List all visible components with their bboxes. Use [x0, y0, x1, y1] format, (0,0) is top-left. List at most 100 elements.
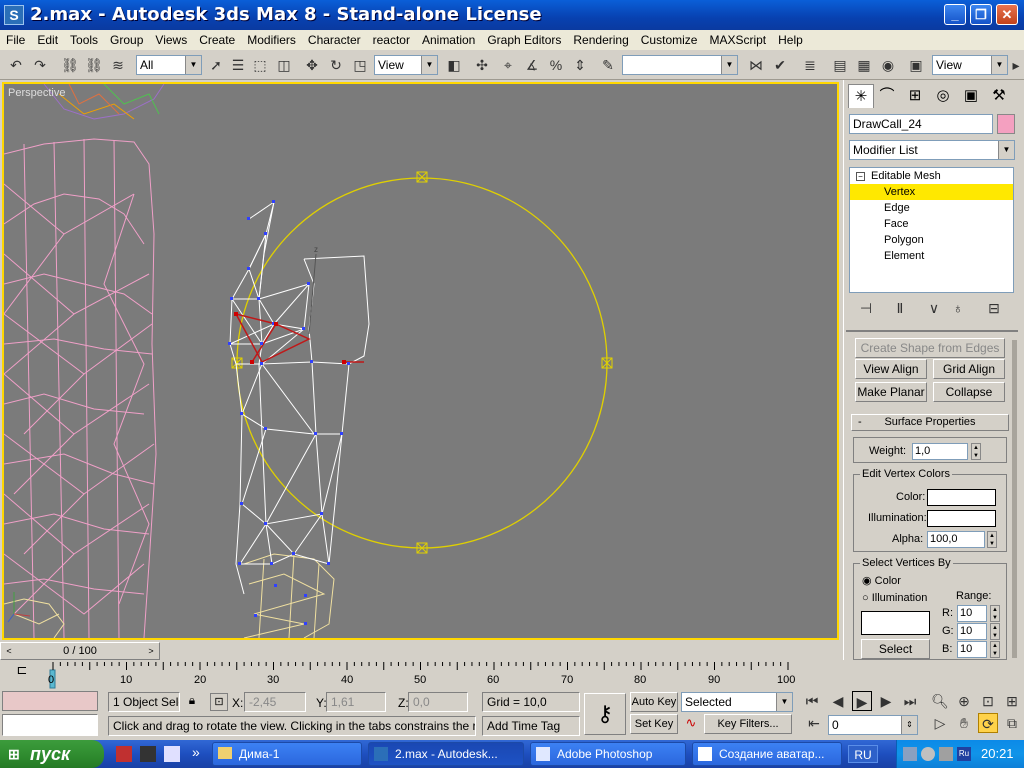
time-slider[interactable]: < 0 / 100 > [0, 642, 160, 660]
add-time-tag[interactable]: Add Time Tag [482, 716, 580, 736]
tray-network-icon[interactable] [903, 747, 917, 761]
time-slider-prev-icon[interactable]: < [1, 643, 17, 659]
goto-start-icon[interactable]: ⏮ [802, 691, 822, 711]
menu-group[interactable]: Group [104, 30, 149, 50]
weight-spinner[interactable]: 1,0 [912, 443, 968, 460]
rect-selection-icon[interactable]: ⬚ [250, 55, 270, 75]
menu-file[interactable]: File [0, 30, 31, 50]
stack-item-vertex[interactable]: Vertex [850, 184, 1013, 200]
layer-manager-icon[interactable]: ≣ [800, 55, 820, 75]
clock[interactable]: 20:21 [981, 746, 1014, 761]
snap-icon[interactable]: ⌖ [498, 55, 518, 75]
quicklaunch-more-icon[interactable]: » [192, 744, 200, 760]
menu-customize[interactable]: Customize [635, 30, 704, 50]
link-icon[interactable]: ⛓ [60, 55, 80, 75]
make-unique-icon[interactable]: ∨ [924, 298, 944, 318]
surface-properties-rollout[interactable]: - Surface Properties [851, 414, 1009, 431]
viewport-label[interactable]: Perspective [8, 87, 65, 99]
utilities-tab-icon[interactable]: ⚒ [986, 84, 1012, 108]
task-dima-1[interactable]: Дима-1 [212, 742, 362, 766]
modifier-list-dropdown[interactable]: Modifier List ▼ [849, 140, 1015, 160]
alpha-spinner-arrows[interactable]: ▲ ▼ [987, 531, 997, 548]
key-filters-button[interactable]: Key Filters... [704, 714, 792, 734]
radio-illumination[interactable]: ○ Illumination [862, 592, 927, 604]
modify-tab-icon[interactable]: ⌒ [874, 84, 900, 108]
motion-tab-icon[interactable]: ◎ [930, 84, 956, 108]
x-coord-field[interactable]: -2,45 [244, 692, 306, 712]
quick-render-icon[interactable]: ▸ [1010, 55, 1022, 75]
remove-modifier-icon[interactable]: ♁ [948, 298, 968, 318]
fov-icon[interactable]: ▷ [930, 713, 950, 733]
named-selection-dropdown[interactable]: ▼ [622, 55, 738, 75]
object-name-field[interactable]: DrawCall_24 [849, 114, 993, 134]
menu-help[interactable]: Help [772, 30, 809, 50]
pivot-center-icon[interactable]: ◧ [444, 55, 464, 75]
align-icon[interactable]: ✔ [770, 55, 790, 75]
timeline-ruler[interactable] [0, 662, 1024, 690]
select-icon[interactable]: ➚ [206, 55, 226, 75]
menu-reactor[interactable]: reactor [367, 30, 416, 50]
select-color-swatch[interactable] [861, 611, 930, 635]
tray-volume-icon[interactable] [921, 747, 935, 761]
transform-mode-icon[interactable]: ⊡ [210, 693, 228, 711]
zoom-all-icon[interactable]: ⊕ [954, 691, 974, 711]
quicklaunch-app-icon[interactable] [116, 746, 132, 762]
time-slider-next-icon[interactable]: > [143, 643, 159, 659]
vertex-color-swatch[interactable] [927, 489, 996, 506]
make-planar-button[interactable]: Make Planar [855, 382, 927, 402]
menu-character[interactable]: Character [302, 30, 367, 50]
start-button[interactable]: ⊞ пуск [0, 740, 104, 768]
pin-stack-icon[interactable]: ⊣ [856, 298, 876, 318]
quicklaunch-media-icon[interactable] [140, 746, 156, 762]
menu-rendering[interactable]: Rendering [567, 30, 634, 50]
display-tab-icon[interactable]: ▣ [958, 84, 984, 108]
range-b-spinner[interactable]: 10 [957, 641, 987, 658]
redo-icon[interactable]: ↷ [30, 55, 50, 75]
selection-filter-dropdown[interactable]: All ▼ [136, 55, 202, 75]
task-3dsmax[interactable]: 2.max - Autodesk... [368, 742, 524, 766]
menu-tools[interactable]: Tools [64, 30, 104, 50]
panel-scrollbar[interactable] [1012, 340, 1017, 658]
y-coord-field[interactable]: 1,61 [326, 692, 386, 712]
unlink-icon[interactable]: ⛓ [84, 55, 104, 75]
range-r-spinner[interactable]: 10 [957, 605, 987, 622]
menu-animation[interactable]: Animation [416, 30, 481, 50]
angle-snap-icon[interactable]: ∡ [522, 55, 542, 75]
material-editor-icon[interactable]: ◉ [878, 55, 898, 75]
modifier-stack[interactable]: − Editable Mesh Vertex Edge Face Polygon … [849, 167, 1014, 293]
stack-item-element[interactable]: Element [850, 248, 1013, 264]
configure-modifier-sets-icon[interactable]: ⊟ [984, 298, 1004, 318]
create-tab-icon[interactable]: ✳ [848, 84, 874, 108]
menu-edit[interactable]: Edit [31, 30, 64, 50]
key-mode-dropdown[interactable]: Selected ▼ [681, 692, 793, 712]
play-icon[interactable]: ▶ [852, 691, 872, 711]
percent-snap-icon[interactable]: % [546, 55, 566, 75]
language-indicator[interactable]: RU [848, 745, 878, 763]
prev-frame-icon[interactable]: ◀ [828, 691, 848, 711]
range-g-spinner[interactable]: 10 [957, 623, 987, 640]
move-icon[interactable]: ✥ [302, 55, 322, 75]
set-keys-key-icon[interactable]: ⚷ [584, 693, 626, 735]
radio-color[interactable]: ◉ Color [862, 574, 901, 587]
illumination-color-swatch[interactable] [927, 510, 996, 527]
tray-lang-icon[interactable]: Ru [957, 747, 971, 761]
set-key-button[interactable]: Set Key [630, 714, 678, 734]
menu-views[interactable]: Views [149, 30, 193, 50]
key-mode-toggle-icon[interactable]: ⇤ [804, 713, 824, 733]
maximize-button[interactable]: ❐ [970, 4, 992, 25]
schematic-view-icon[interactable]: ▦ [854, 55, 874, 75]
auto-key-button[interactable]: Auto Key [630, 692, 678, 712]
spinner-snap-icon[interactable]: ⇕ [570, 55, 590, 75]
show-end-result-icon[interactable]: Ⅱ [890, 298, 910, 318]
close-button[interactable]: ✕ [996, 4, 1018, 25]
stack-item-edge[interactable]: Edge [850, 200, 1013, 216]
ref-coord-dropdown[interactable]: View ▼ [374, 55, 438, 75]
range-r-arrows[interactable]: ▲ ▼ [990, 605, 1000, 622]
alpha-spinner[interactable]: 100,0 [927, 531, 985, 548]
render-scene-icon[interactable]: ▣ [906, 55, 926, 75]
undo-icon[interactable]: ↶ [6, 55, 26, 75]
stack-item-polygon[interactable]: Polygon [850, 232, 1013, 248]
next-frame-icon[interactable]: ▶ [876, 691, 896, 711]
maxscript-listener-white[interactable] [2, 714, 98, 736]
object-color-swatch[interactable] [997, 114, 1015, 134]
